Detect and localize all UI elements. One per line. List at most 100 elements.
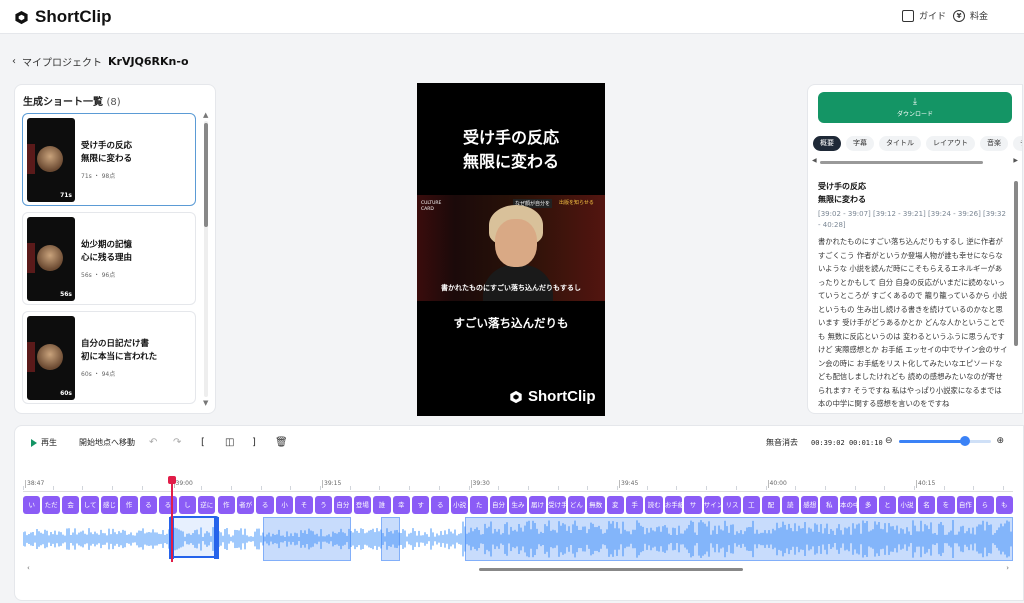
word-chip[interactable]: 手 <box>625 496 644 514</box>
shorts-list-scrollbar[interactable]: ▲ ▼ <box>203 111 209 407</box>
scrollbar-thumb[interactable] <box>1014 181 1018 346</box>
zoom-control: ⊖ ⊕ <box>885 435 1005 446</box>
brand-logo[interactable]: ShortClip <box>14 7 112 27</box>
word-chip[interactable]: サイン会 <box>703 496 722 514</box>
word-chip[interactable]: る <box>159 496 177 514</box>
short-card[interactable]: 60s 自分の日記だけ書 初に本当に言われた 60s ・ 94点 <box>22 311 196 404</box>
selected-segment[interactable] <box>263 517 351 561</box>
word-chip[interactable]: し <box>178 496 197 514</box>
word-chip[interactable]: 自分 <box>489 496 508 514</box>
word-chip[interactable]: 受け手 <box>548 496 566 514</box>
play-button[interactable]: 再生 <box>31 437 57 448</box>
scroll-right-icon[interactable]: › <box>1006 564 1009 572</box>
word-chip[interactable]: 多 <box>859 496 877 514</box>
word-chip[interactable]: る <box>431 496 449 514</box>
redo-button[interactable]: ↷ <box>173 437 181 448</box>
word-chip[interactable]: 作 <box>120 496 138 514</box>
word-chip[interactable]: す <box>412 496 430 514</box>
tab-music[interactable]: 音楽 <box>980 136 1008 151</box>
word-chip[interactable]: リス <box>723 496 741 514</box>
short-card[interactable]: 71s 受け手の反応 無限に変わる 71s ・ 98点 <box>22 113 196 206</box>
word-chip[interactable]: 逆に <box>198 496 216 514</box>
word-chip[interactable]: い <box>23 496 41 514</box>
word-chip[interactable]: お手紙 <box>664 496 683 514</box>
word-chip[interactable]: も <box>995 496 1013 514</box>
word-chip[interactable]: 自分 <box>334 496 352 514</box>
word-chip[interactable]: 者が <box>236 496 255 514</box>
word-chip[interactable]: サ <box>684 496 702 514</box>
set-end-button[interactable]: ] <box>252 437 256 448</box>
short-card[interactable]: 56s 幼少期の記憶 心に残る理由 56s ・ 96点 <box>22 212 196 305</box>
download-button[interactable]: ⤓ ダウンロード <box>818 92 1012 123</box>
word-chip[interactable]: ただ <box>42 496 60 514</box>
word-chip[interactable]: 読 <box>781 496 800 514</box>
word-chip[interactable]: 登場 <box>353 496 372 514</box>
word-chip[interactable]: どん <box>567 496 586 514</box>
split-button[interactable]: ◫ <box>225 437 234 448</box>
tab-text[interactable]: テキス <box>1013 136 1022 151</box>
tabs-scrollbar[interactable]: ◀ ▶ <box>812 157 1018 165</box>
word-chip[interactable]: 小説 <box>450 496 469 514</box>
word-chip[interactable]: 幸 <box>392 496 410 514</box>
word-chip[interactable]: 小 <box>275 496 294 514</box>
zoom-slider[interactable] <box>898 435 991 446</box>
word-chip[interactable]: ら <box>976 496 994 514</box>
word-chip[interactable]: 感想 <box>801 496 819 514</box>
selected-segment[interactable] <box>381 517 400 561</box>
breadcrumb-projects[interactable]: マイプロジェクト <box>22 54 102 69</box>
word-chip[interactable]: 小説 <box>898 496 916 514</box>
scroll-left-icon[interactable]: ◀ <box>812 157 817 164</box>
pricing-link[interactable]: ¥ 料金 <box>953 9 988 22</box>
delete-button[interactable]: 🗑 <box>275 437 288 448</box>
word-chip[interactable]: 読む <box>645 496 663 514</box>
word-chip[interactable]: 届け <box>528 496 547 514</box>
word-chip[interactable]: る <box>256 496 274 514</box>
zoom-out-icon[interactable]: ⊖ <box>885 436 893 446</box>
word-chip[interactable]: 変 <box>606 496 624 514</box>
scrollbar-thumb[interactable] <box>820 161 983 164</box>
word-chip[interactable]: を <box>937 496 955 514</box>
word-chip[interactable]: 配 <box>762 496 780 514</box>
word-chip[interactable]: 私 <box>820 496 838 514</box>
word-chip[interactable]: と <box>878 496 897 514</box>
word-chip[interactable]: 工 <box>742 496 761 514</box>
scroll-down-icon[interactable]: ▼ <box>203 399 208 407</box>
undo-button[interactable]: ↶ <box>149 437 157 448</box>
word-chip[interactable]: た <box>470 496 488 514</box>
selected-segment[interactable] <box>465 517 1013 561</box>
scroll-left-icon[interactable]: ‹ <box>27 564 30 572</box>
current-segment[interactable] <box>169 516 219 559</box>
word-chip[interactable]: そ <box>295 496 313 514</box>
word-chip[interactable]: 感じ <box>100 496 119 514</box>
zoom-in-icon[interactable]: ⊕ <box>997 436 1005 446</box>
word-chip[interactable]: 本の中 <box>839 496 858 514</box>
set-start-button[interactable]: [ <box>201 437 205 448</box>
word-chip[interactable]: 誰 <box>373 496 391 514</box>
word-chip[interactable]: 自作 <box>956 496 975 514</box>
word-chip[interactable]: 生み <box>509 496 527 514</box>
word-chip[interactable]: して <box>81 496 99 514</box>
word-chip[interactable]: る <box>139 496 158 514</box>
tab-title[interactable]: タイトル <box>879 136 921 151</box>
remove-silence-button[interactable]: 無音消去 <box>766 437 798 448</box>
scroll-up-icon[interactable]: ▲ <box>203 111 208 119</box>
tab-summary[interactable]: 概要 <box>813 136 841 151</box>
word-chip[interactable]: 作 <box>217 496 235 514</box>
playhead[interactable] <box>168 476 176 562</box>
video-preview[interactable]: 受け手の反応 無限に変わる CULTURE CARD なぜ顔が自分を 出版を知ら… <box>417 83 605 416</box>
word-chip[interactable]: 名 <box>917 496 936 514</box>
guide-link[interactable]: ガイド <box>902 9 946 22</box>
tab-layout[interactable]: レイアウト <box>926 136 975 151</box>
word-chip[interactable]: 無数 <box>587 496 605 514</box>
word-chip[interactable]: 会 <box>61 496 80 514</box>
tab-subtitles[interactable]: 字幕 <box>846 136 874 151</box>
scrollbar-thumb[interactable] <box>479 568 743 571</box>
back-chevron-icon[interactable]: ‹ <box>12 56 16 67</box>
word-chip[interactable]: う <box>314 496 333 514</box>
zoom-slider-knob[interactable] <box>959 435 970 446</box>
scrollbar-thumb[interactable] <box>204 123 208 227</box>
summary-scrollbar[interactable] <box>1014 181 1019 413</box>
scroll-right-icon[interactable]: ▶ <box>1013 157 1018 164</box>
jump-to-start-button[interactable]: 開始地点へ移動 <box>79 437 135 448</box>
timeline-scrollbar[interactable]: ‹ › <box>23 564 1013 574</box>
